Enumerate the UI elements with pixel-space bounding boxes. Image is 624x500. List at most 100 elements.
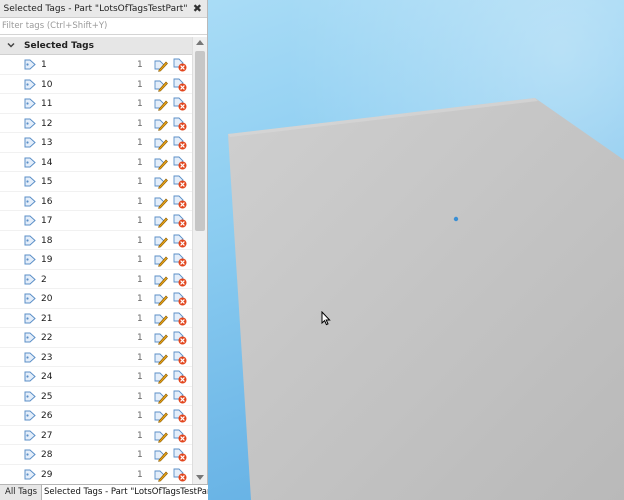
remove-tag-icon[interactable]	[173, 292, 187, 306]
tag-row[interactable]: 24 1	[0, 367, 192, 387]
rename-tag-icon[interactable]	[154, 351, 168, 365]
chevron-down-icon[interactable]	[7, 41, 15, 49]
tag-count: 1	[137, 235, 143, 246]
rename-tag-icon[interactable]	[154, 234, 168, 248]
tag-row[interactable]: 22 1	[0, 328, 192, 348]
baseplate-part[interactable]	[208, 0, 624, 500]
tag-count: 1	[137, 294, 143, 304]
remove-tag-icon[interactable]	[173, 429, 187, 443]
rename-tag-icon[interactable]	[154, 156, 168, 170]
tag-icon	[24, 293, 36, 304]
tag-row[interactable]: 14 1	[0, 152, 192, 172]
tag-row[interactable]: 21 1	[0, 308, 192, 328]
rename-tag-icon[interactable]	[154, 214, 168, 228]
rename-tag-icon[interactable]	[154, 292, 168, 306]
remove-tag-icon[interactable]	[173, 390, 187, 404]
filter-tags-input[interactable]	[2, 19, 202, 33]
tag-row[interactable]: 15 1	[0, 172, 192, 192]
scrollbar[interactable]	[192, 37, 207, 484]
scroll-down-icon[interactable]	[196, 475, 204, 480]
remove-tag-icon[interactable]	[173, 234, 187, 248]
rename-tag-icon[interactable]	[154, 175, 168, 189]
tag-icon	[24, 196, 36, 206]
rename-tag-icon[interactable]	[154, 312, 168, 326]
tag-count: 1	[137, 450, 143, 460]
tag-row[interactable]: 12 1	[0, 113, 192, 133]
tag-row[interactable]: 10 1	[0, 74, 192, 94]
rename-tag-icon[interactable]	[154, 136, 168, 150]
remove-tag-icon[interactable]	[173, 312, 187, 326]
tag-icon	[24, 235, 36, 245]
rename-tag-icon[interactable]	[154, 117, 168, 131]
tag-row[interactable]: 11 1	[0, 94, 192, 114]
rename-tag-icon[interactable]	[154, 390, 168, 404]
tag-name: 29	[41, 469, 53, 480]
close-icon[interactable]: ✖	[193, 2, 202, 15]
tag-row[interactable]: 23 1	[0, 347, 192, 367]
scroll-up-icon[interactable]	[196, 40, 204, 45]
remove-tag-icon[interactable]	[173, 175, 187, 189]
tab-selected-tags[interactable]: Selected Tags - Part "LotsOfTagsTestPart…	[42, 485, 208, 500]
tag-row[interactable]: 17 1	[0, 211, 192, 231]
tag-count: 1	[137, 313, 143, 324]
remove-tag-icon[interactable]	[173, 468, 187, 482]
tag-row[interactable]: 28 1	[0, 445, 192, 465]
tag-count: 1	[137, 118, 143, 129]
rename-tag-icon[interactable]	[154, 273, 168, 287]
remove-tag-icon[interactable]	[173, 195, 187, 209]
tag-count: 1	[137, 196, 143, 207]
tag-name: 20	[41, 294, 53, 304]
tag-row[interactable]: 20 1	[0, 289, 192, 309]
remove-tag-icon[interactable]	[173, 214, 187, 228]
tag-icon	[24, 332, 36, 343]
tag-row[interactable]: 29 1	[0, 464, 192, 483]
scrollbar-thumb[interactable]	[195, 51, 205, 231]
remove-tag-icon[interactable]	[173, 253, 187, 267]
remove-tag-icon[interactable]	[173, 448, 187, 462]
remove-tag-icon[interactable]	[173, 156, 187, 170]
tag-row[interactable]: 13 1	[0, 133, 192, 153]
rename-tag-icon[interactable]	[154, 468, 168, 482]
tag-row[interactable]: 27 1	[0, 425, 192, 445]
remove-tag-icon[interactable]	[173, 273, 187, 287]
tag-row[interactable]: 18 1	[0, 230, 192, 250]
remove-tag-icon[interactable]	[173, 97, 187, 111]
remove-tag-icon[interactable]	[173, 117, 187, 131]
tag-row[interactable]: 16 1	[0, 191, 192, 211]
remove-tag-icon[interactable]	[173, 409, 187, 423]
remove-tag-icon[interactable]	[173, 370, 187, 384]
tag-row[interactable]: 26 1	[0, 406, 192, 426]
remove-tag-icon[interactable]	[173, 58, 187, 72]
panel-titlebar[interactable]: Selected Tags - Part "LotsOfTagsTestPart…	[0, 0, 207, 18]
remove-tag-icon[interactable]	[173, 351, 187, 365]
tag-row[interactable]: 2 1	[0, 269, 192, 289]
filter-bar	[0, 18, 207, 35]
tag-name: 17	[41, 216, 53, 226]
tag-icon	[24, 98, 36, 109]
rename-tag-icon[interactable]	[154, 58, 168, 72]
tab-all-tags[interactable]: All Tags	[0, 485, 42, 500]
selected-tags-group-header[interactable]: Selected Tags	[0, 37, 192, 55]
tag-row[interactable]: 25 1	[0, 386, 192, 406]
tag-count: 1	[137, 157, 143, 168]
rename-tag-icon[interactable]	[154, 253, 168, 267]
tag-count: 1	[137, 79, 143, 90]
rename-tag-icon[interactable]	[154, 195, 168, 209]
remove-tag-icon[interactable]	[173, 331, 187, 345]
tag-count: 1	[137, 469, 143, 480]
rename-tag-icon[interactable]	[154, 429, 168, 443]
rename-tag-icon[interactable]	[154, 78, 168, 92]
rename-tag-icon[interactable]	[154, 370, 168, 384]
rename-tag-icon[interactable]	[154, 331, 168, 345]
tag-name: 22	[41, 333, 53, 343]
rename-tag-icon[interactable]	[154, 448, 168, 462]
rename-tag-icon[interactable]	[154, 97, 168, 111]
remove-tag-icon[interactable]	[173, 136, 187, 150]
remove-tag-icon[interactable]	[173, 78, 187, 92]
viewport[interactable]	[208, 0, 624, 500]
tag-icon	[24, 430, 36, 440]
tag-row[interactable]: 1 1	[0, 55, 192, 75]
tag-row[interactable]: 19 1	[0, 250, 192, 270]
rename-tag-icon[interactable]	[154, 409, 168, 423]
tag-icon	[24, 79, 36, 89]
